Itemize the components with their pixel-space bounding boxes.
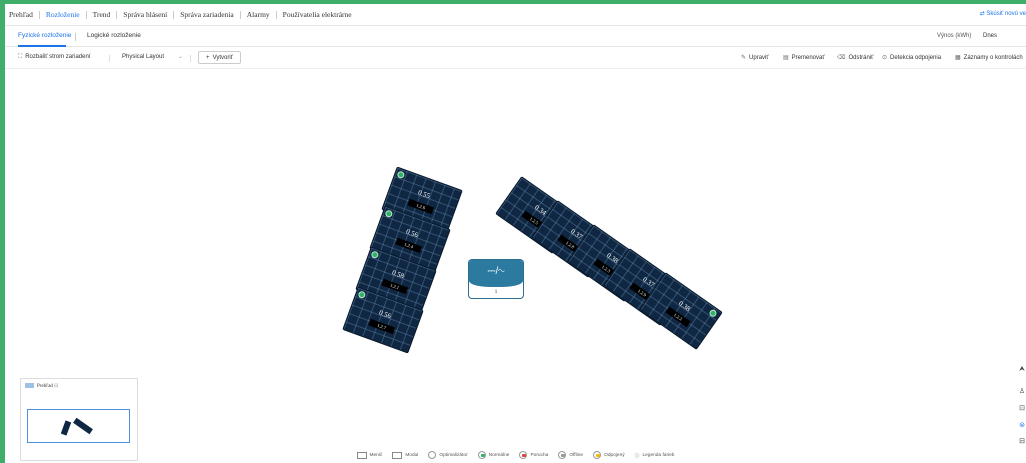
remove-button[interactable]: ⌫ Odstrániť bbox=[837, 54, 873, 61]
remove-label: Odstrániť bbox=[848, 55, 874, 61]
info-icon: ⓘ bbox=[634, 453, 640, 459]
overview-minimap-panel: Prehľad ⊟ bbox=[20, 378, 138, 461]
trash-icon: ⌫ bbox=[837, 55, 846, 61]
disconnected-status-icon bbox=[593, 451, 602, 459]
zoom-out-icon[interactable]: ⊟ bbox=[1016, 436, 1026, 448]
user-icon[interactable]: ♙ bbox=[1016, 386, 1026, 398]
legend-label: Optimalizátor bbox=[439, 452, 468, 458]
legend-item-disconnected: Odpojený bbox=[593, 451, 625, 459]
fit-view-icon[interactable]: ⊡ bbox=[1016, 403, 1026, 415]
overview-icon bbox=[25, 383, 34, 389]
legend-item-fault: Porucha bbox=[519, 451, 548, 459]
date-select[interactable]: Dnes bbox=[983, 33, 997, 39]
detect-disconnection-button[interactable]: ⊙ Detekcia odpojenia bbox=[882, 54, 941, 61]
legend-item-inverter: Menič bbox=[356, 451, 383, 459]
rename-icon: ▤ bbox=[783, 55, 789, 61]
inspection-records-button[interactable]: ▦ Záznamy o kontrolách bbox=[955, 54, 1023, 61]
status-normal-icon bbox=[384, 209, 394, 219]
legend-label: Normálne bbox=[488, 452, 510, 458]
nav-divider bbox=[239, 10, 241, 19]
overview-title-text: Prehľad bbox=[37, 384, 53, 389]
tab-physical-layout[interactable]: Fyzické rozloženie bbox=[18, 32, 71, 39]
status-normal-icon bbox=[357, 290, 367, 300]
nav-overview[interactable]: Prehľad bbox=[9, 10, 33, 19]
top-navigation: Prehľad Rozloženie Trend Správa hlásení … bbox=[5, 4, 1026, 26]
tab-logical-layout[interactable]: Logické rozloženie bbox=[87, 32, 141, 39]
toolbar-divider bbox=[109, 55, 110, 62]
collapse-icon[interactable]: ⊟ bbox=[54, 384, 58, 389]
records-label: Záznamy o kontrolách bbox=[963, 55, 1023, 61]
inverter-number: 1 bbox=[494, 290, 498, 295]
nav-divider bbox=[116, 10, 118, 19]
create-label: Vytvoriť bbox=[212, 54, 233, 61]
expand-tree-icon: ⛶ bbox=[18, 54, 23, 60]
chevron-down-icon[interactable]: ⌄ bbox=[178, 53, 183, 60]
nav-divider bbox=[38, 10, 40, 19]
detect-icon: ⊙ bbox=[882, 55, 888, 61]
legend-label: Legenda farieb bbox=[642, 452, 675, 458]
inverter-node[interactable]: ⎓/∿ 1 bbox=[468, 259, 524, 299]
nav-divider bbox=[173, 10, 175, 19]
tab-divider bbox=[75, 33, 76, 41]
layout-toolbar: ⛶ Rozbaliť strom zariadení Physical Layou… bbox=[5, 47, 1026, 69]
nav-divider bbox=[275, 10, 277, 19]
create-button[interactable]: + Vytvoriť bbox=[198, 51, 241, 64]
nav-plant-users[interactable]: Používatelia elektrárne bbox=[283, 10, 352, 19]
try-new-version-link[interactable]: ⇄ Skúsiť novú ve bbox=[980, 10, 1026, 17]
legend-item-offline: Offline bbox=[558, 451, 583, 459]
legend-label: Odpojený bbox=[604, 452, 625, 458]
rename-label: Premenovať bbox=[791, 55, 825, 61]
pencil-icon: ✎ bbox=[741, 55, 747, 61]
nav-layout[interactable]: Rozloženie bbox=[46, 10, 80, 19]
normal-status-icon bbox=[477, 451, 486, 459]
status-normal-icon bbox=[396, 170, 406, 180]
layers-icon[interactable]: ⊜ bbox=[1016, 420, 1026, 432]
expand-tree-button[interactable]: ⛶ Rozbaliť strom zariadení bbox=[18, 54, 90, 61]
fault-status-icon bbox=[519, 451, 528, 459]
edit-button[interactable]: ✎ Upraviť bbox=[741, 54, 769, 61]
legend-label: Menič bbox=[369, 452, 383, 458]
inverter-icon: ⎓/∿ bbox=[469, 260, 523, 287]
nav-reports[interactable]: Správa hlásení bbox=[123, 10, 167, 19]
layout-select[interactable]: Physical Layout bbox=[122, 54, 164, 60]
legend-label: Modul bbox=[405, 452, 419, 458]
legend-item-module: Modul bbox=[392, 451, 419, 459]
toolbar-divider bbox=[190, 55, 191, 62]
legend-label: Porucha bbox=[530, 452, 549, 458]
edit-label: Upraviť bbox=[749, 55, 769, 61]
module-legend-icon bbox=[392, 451, 403, 459]
offline-status-icon bbox=[558, 451, 567, 459]
nav-divider bbox=[85, 10, 87, 19]
legend-item-optimizer: Optimalizátor bbox=[428, 451, 468, 459]
records-icon: ▦ bbox=[955, 55, 961, 61]
legend-item-normal: Normálne bbox=[477, 451, 510, 459]
minimap-modules-left bbox=[60, 420, 72, 436]
status-normal-icon bbox=[708, 308, 718, 319]
plus-icon: + bbox=[206, 54, 210, 61]
layout-canvas[interactable]: 0.55 1.2.6 0.56 1.2.4 0.58 1.2.1 0.56 1.… bbox=[5, 70, 1026, 463]
rename-button[interactable]: ▤ Premenovať bbox=[783, 54, 825, 61]
nav-device-management[interactable]: Správa zariadenia bbox=[180, 10, 234, 19]
minimap-viewport[interactable] bbox=[27, 409, 130, 443]
legend-bar: Menič Modul Optimalizátor Normálne Poruc… bbox=[5, 451, 1026, 459]
minimap-modules-right bbox=[73, 417, 93, 435]
layout-tabs: Fyzické rozloženie Logické rozloženie Vý… bbox=[5, 26, 1026, 47]
yield-label: Výnos (kWh) bbox=[937, 33, 972, 39]
optimizer-legend-icon bbox=[428, 451, 437, 459]
detect-label: Detekcia odpojenia bbox=[890, 55, 942, 61]
legend-item-color-legend[interactable]: ⓘ Legenda farieb bbox=[635, 452, 675, 459]
expand-tree-label: Rozbaliť strom zariadení bbox=[25, 54, 91, 60]
nav-trend[interactable]: Trend bbox=[93, 10, 111, 19]
status-normal-icon bbox=[370, 250, 380, 260]
overview-title: Prehľad ⊟ bbox=[25, 383, 58, 389]
nav-alarms[interactable]: Alarmy bbox=[247, 10, 270, 19]
legend-label: Offline bbox=[569, 452, 584, 458]
inverter-legend-icon bbox=[356, 451, 367, 459]
compass-icon[interactable]: ⮝ bbox=[1016, 364, 1026, 376]
